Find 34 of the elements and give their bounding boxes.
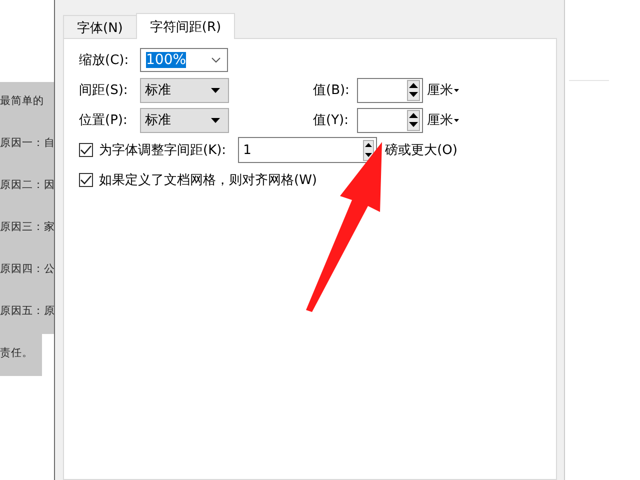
checkbox[interactable]: [79, 173, 93, 187]
field-label: 间距(S):: [79, 82, 129, 99]
document-text: 原因二：因: [0, 166, 54, 208]
document-text: 责任。: [0, 334, 42, 376]
caret-icon: [454, 88, 459, 92]
checkbox-label: 如果定义了文档网格，则对齐网格(W): [99, 172, 317, 189]
spin-buttons[interactable]: [407, 110, 420, 130]
document-text: 原因一：自: [0, 124, 54, 166]
tab[interactable]: 字符间距(R): [136, 13, 236, 39]
document-text: 原因三：家: [0, 208, 54, 250]
document-text: 原因四：公: [0, 250, 54, 292]
checkbox-label: 为字体调整字间距(K):: [99, 142, 226, 159]
dropdown[interactable]: 标准: [140, 78, 229, 102]
chevron-icon: [211, 57, 221, 63]
unit-dropdown[interactable]: 厘米: [427, 111, 453, 129]
document-text: 原因五：原: [0, 292, 54, 334]
spin-buttons[interactable]: [363, 140, 374, 160]
unit-dropdown[interactable]: 厘米: [427, 81, 453, 99]
field-label: 位置(P):: [79, 112, 128, 129]
scale-combo[interactable]: 100%: [140, 48, 228, 72]
field-label: 值(B):: [313, 82, 350, 99]
caret-icon: [211, 118, 220, 122]
spin-buttons[interactable]: [407, 80, 420, 100]
spin-field[interactable]: [357, 78, 423, 102]
caret-icon: [454, 118, 459, 122]
tab[interactable]: 字体(N): [63, 15, 137, 38]
field-label: 磅或更大(O): [385, 142, 458, 159]
dropdown[interactable]: 标准: [140, 108, 229, 132]
document-text: 最简单的: [0, 82, 54, 124]
checkbox[interactable]: [79, 143, 93, 157]
field-label: 缩放(C):: [79, 52, 130, 69]
field-label: 值(Y):: [313, 112, 350, 129]
caret-icon: [211, 88, 220, 92]
spin-field[interactable]: [357, 108, 423, 132]
